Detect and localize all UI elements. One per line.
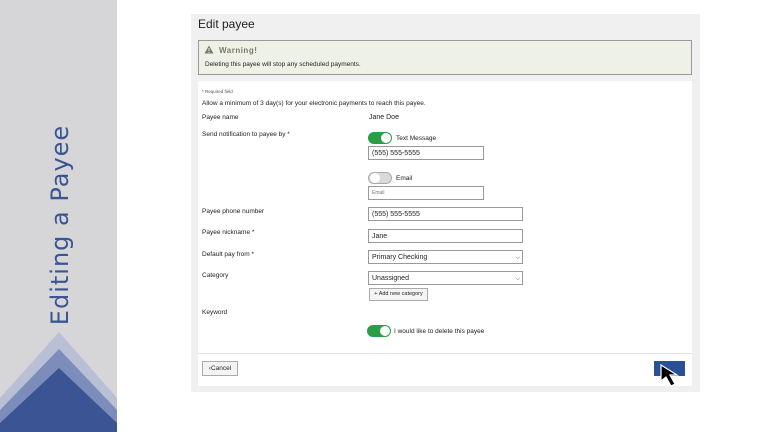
payee-name-label: Payee name: [202, 114, 239, 121]
category-value: Unassigned: [372, 275, 409, 282]
warning-triangle-icon: [204, 45, 214, 54]
payee-name-value: Jane Doe: [369, 114, 399, 121]
sidebar-title: Editing a Payee: [46, 124, 74, 326]
chevron-down-icon: ⌵: [515, 255, 520, 261]
toggle-knob: [380, 326, 390, 336]
keyword-label: Keyword: [202, 309, 228, 316]
delete-payee-label: I would like to delete this payee: [394, 328, 485, 335]
nickname-input[interactable]: Jane: [368, 229, 523, 243]
delete-payee-toggle[interactable]: [367, 325, 391, 337]
required-note: * Required field: [202, 89, 233, 94]
warning-title: Warning!: [219, 46, 258, 55]
phone-input[interactable]: (555) 555-5555: [368, 207, 523, 221]
pay-from-value: Primary Checking: [372, 254, 428, 261]
toggle-knob: [370, 173, 380, 183]
text-message-label: Text Message: [396, 135, 437, 142]
email-toggle[interactable]: [368, 172, 392, 184]
sidebar-panel: Editing a Payee: [0, 0, 117, 432]
warning-message: Deleting this payee will stop any schedu…: [205, 61, 361, 68]
category-label: Category: [202, 272, 229, 279]
email-label: Email: [396, 175, 413, 182]
nickname-label: Payee nickname *: [202, 229, 255, 236]
add-category-button[interactable]: + Add new category: [369, 288, 428, 301]
notification-label: Send notification to payee by *: [202, 131, 290, 138]
text-message-toggle[interactable]: [368, 132, 392, 144]
phone-label: Payee phone number: [202, 208, 265, 215]
warning-box: [198, 40, 692, 75]
page-title: Edit payee: [198, 17, 255, 31]
toggle-knob: [381, 133, 391, 143]
email-input[interactable]: Email: [368, 186, 484, 200]
pay-from-select[interactable]: Primary Checking ⌵: [368, 250, 523, 264]
pay-from-label: Default pay from *: [202, 251, 255, 258]
footer-divider: [198, 353, 692, 354]
cancel-label: Cancel: [210, 365, 232, 372]
chevron-down-icon: ⌵: [515, 276, 520, 282]
mouse-pointer-icon: [660, 364, 680, 387]
cancel-button[interactable]: ‹Cancel: [202, 361, 238, 376]
min-days-text: Allow a minimum of 3 day(s) for your ele…: [202, 100, 426, 107]
text-message-phone-input[interactable]: (555) 555-5555: [368, 146, 484, 160]
category-select[interactable]: Unassigned ⌵: [368, 271, 523, 285]
